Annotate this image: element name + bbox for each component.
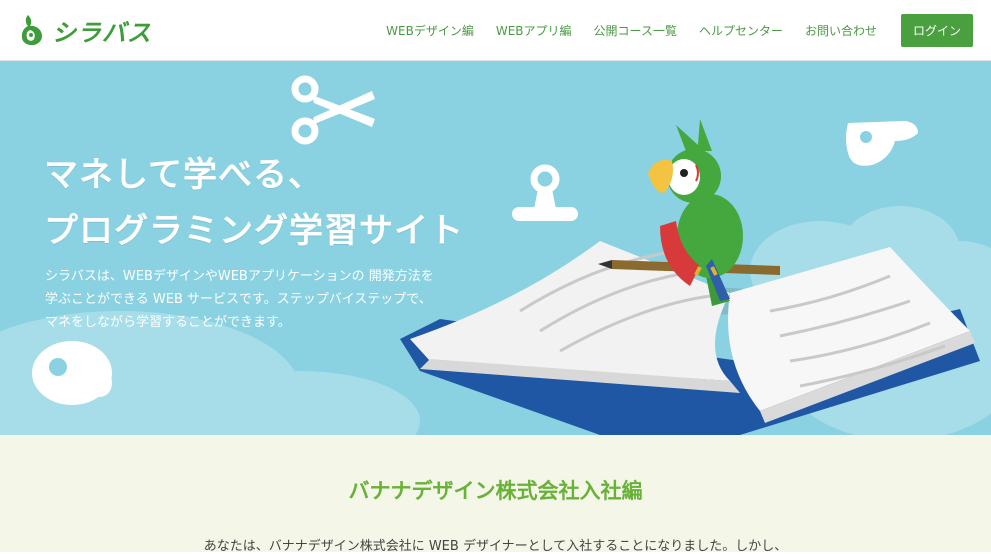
scissors-icon — [291, 75, 375, 145]
main-nav: WEBデザイン編 WEBアプリ編 公開コース一覧 ヘルプセンター お問い合わせ … — [386, 13, 973, 47]
site-header: シラバス WEBデザイン編 WEBアプリ編 公開コース一覧 ヘルプセンター お問… — [0, 0, 991, 61]
hero-title-line-2: プログラミング学習サイト — [44, 211, 464, 251]
course-title: バナナデザイン株式会社入社編 — [348, 479, 643, 503]
logo-text: シラバス — [52, 18, 152, 47]
course-section: バナナデザイン株式会社入社編 あなたは、バナナデザイン株式会社に WEB デザイ… — [0, 435, 991, 554]
hero-desc-line-2: 学ぶことができる WEB サービスです。ステップバイステップで、 — [45, 292, 432, 307]
nav-contact[interactable]: お問い合わせ — [805, 22, 877, 39]
cloud-badge-icon — [846, 121, 918, 166]
logo[interactable]: シラバス — [18, 13, 152, 48]
hero-section: マネして学べる、 プログラミング学習サイト シラバスは、WEBデザインやWEBア… — [0, 61, 991, 435]
course-intro-text: あなたは、バナナデザイン株式会社に WEB デザイナーとして入社することになりま… — [203, 539, 788, 554]
hero-desc-line-1: シラバスは、WEBデザインやWEBアプリケーションの 開発方法を — [45, 269, 434, 284]
hero-title: マネして学べる、 プログラミング学習サイト — [44, 147, 464, 259]
nav-web-design[interactable]: WEBデザイン編 — [386, 22, 474, 39]
login-button[interactable]: ログイン — [900, 13, 973, 47]
cloud-bubble-icon — [32, 341, 112, 405]
pin-icon — [512, 164, 578, 221]
hero-description: シラバスは、WEBデザインやWEBアプリケーションの 開発方法を 学ぶことができ… — [45, 265, 515, 334]
nav-public-courses[interactable]: 公開コース一覧 — [594, 22, 677, 39]
hero-title-line-1: マネして学べる、 — [44, 155, 323, 195]
nav-web-app[interactable]: WEBアプリ編 — [496, 22, 572, 39]
logo-icon — [21, 15, 42, 46]
nav-help-center[interactable]: ヘルプセンター — [699, 22, 783, 39]
hero-desc-line-3: マネをしながら学習することができます。 — [45, 315, 291, 330]
